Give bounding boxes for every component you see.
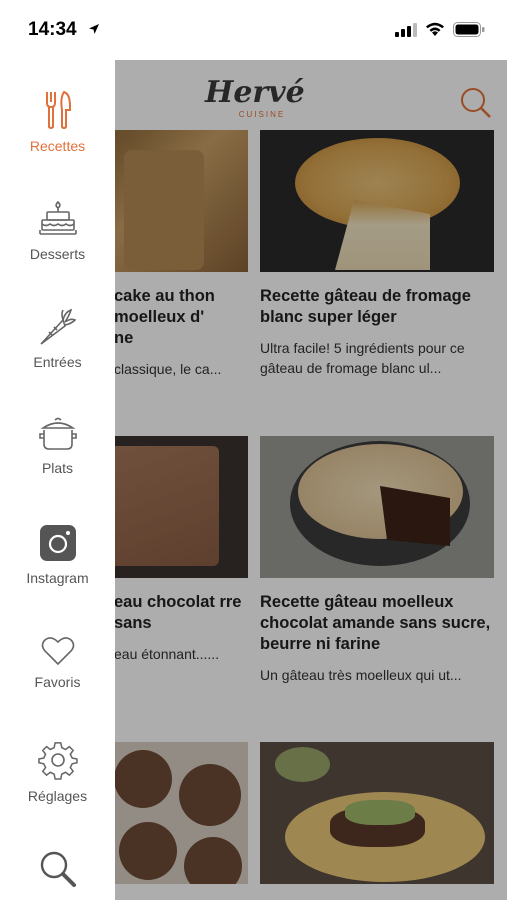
- drawer-label: Réglages: [27, 788, 88, 804]
- instagram-icon: [39, 525, 76, 561]
- battery-icon: [453, 22, 485, 37]
- drawer-label: Desserts: [29, 246, 86, 262]
- drawer-item-reglages[interactable]: Réglages: [0, 740, 115, 804]
- wifi-icon: [426, 22, 444, 36]
- gear-icon: [37, 742, 78, 780]
- drawer-label: Favoris: [34, 674, 81, 690]
- drawer-item-recettes[interactable]: Recettes: [0, 90, 115, 154]
- carrot-icon: [39, 308, 76, 345]
- cake-icon: [38, 200, 77, 235]
- drawer-item-desserts[interactable]: Desserts: [0, 200, 115, 262]
- drawer-item-favoris[interactable]: Favoris: [0, 636, 115, 690]
- location-arrow-icon: [89, 24, 99, 34]
- status-icons: [395, 22, 485, 37]
- drawer-label: Recettes: [29, 138, 86, 154]
- drawer-label: Instagram: [26, 570, 89, 586]
- pot-icon: [38, 417, 77, 450]
- status-bar: 14:34: [0, 0, 507, 60]
- drawer-label: Plats: [41, 460, 74, 476]
- signal-icon: [395, 22, 417, 37]
- drawer-item-plats[interactable]: Plats: [0, 416, 115, 476]
- status-time: 14:34: [28, 19, 77, 40]
- drawer-item-instagram[interactable]: Instagram: [0, 524, 115, 586]
- drawer-label: Entrées: [33, 354, 82, 370]
- cutlery-icon: [45, 90, 71, 129]
- search-icon: [40, 851, 76, 887]
- drawer-item-entrees[interactable]: Entrées: [0, 308, 115, 370]
- heart-icon: [41, 637, 74, 666]
- side-drawer: Recettes Desserts Entrées Plats Instagra…: [0, 60, 115, 900]
- drawer-item-search[interactable]: [0, 850, 115, 888]
